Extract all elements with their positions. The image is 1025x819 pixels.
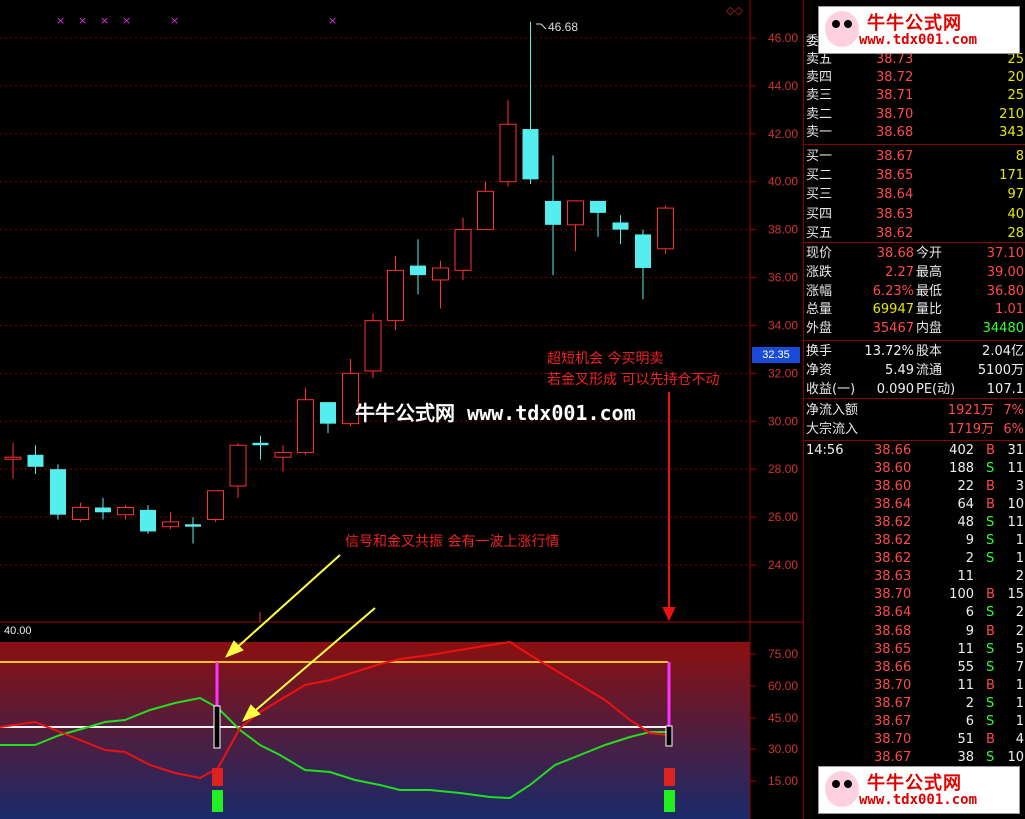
price-tick-label: 26.00 (768, 510, 798, 524)
ask-row: 卖三 38.71 25 (806, 88, 1024, 104)
stat2-row: 净资 5.49 流通 5100万 (806, 362, 1024, 378)
stat-row: 涨幅 6.23% 最低 36.80 (806, 283, 1024, 299)
candle (364, 313, 382, 379)
stat2-row: 换手 13.72% 股本 2.04亿 (806, 344, 1024, 359)
tick-row: 38.67 38 S 10 (874, 749, 1024, 765)
indicator-tick-label: 45.00 (768, 711, 798, 725)
stat2-row: 收益(一) 0.090 PE(动) 107.1 (806, 381, 1024, 397)
logo-top: 牛牛公式网 www.tdx001.com (818, 6, 1020, 54)
indicator-tick-label: 75.00 (768, 647, 798, 661)
tick-row: 38.70 11 B 1 (874, 677, 1024, 693)
bid-row: 买三 38.64 97 (806, 187, 1024, 203)
tick-row: 38.64 64 B 10 (874, 497, 1024, 513)
tick-row: 38.67 2 S 1 (874, 695, 1024, 711)
high-marker-label: 46.68 (548, 20, 579, 34)
stat-row: 现价 38.68 今开 37.10 (806, 246, 1024, 261)
cow-icon (825, 771, 859, 807)
price-tick-label: 28.00 (768, 462, 798, 476)
annotation-top-2: 若金叉形成 可以先持仓不动 (547, 372, 720, 388)
flow-row: 大宗流入 1719万 6% (806, 422, 1024, 437)
annotation-bottom: 信号和金叉共振 会有一波上涨行情 (345, 534, 560, 550)
svg-text:×: × (122, 14, 131, 27)
price-tick-label: 32.00 (768, 366, 798, 380)
current-price-tag: 32.35 (752, 347, 800, 363)
quote-panel: 委卖五 38.73 25 卖四 38.72 20 卖三 38.71 25 卖二 38.70 210 卖一… (803, 0, 1025, 819)
logo-bottom: 牛牛公式网 www.tdx001.com (818, 766, 1020, 814)
stat-row: 总量 69947 量比 1.01 (806, 302, 1024, 318)
tick-row: 38.66 55 S 7 (874, 659, 1024, 675)
annotation-top-1: 超短机会 今买明卖 (547, 351, 664, 367)
svg-text:×: × (100, 14, 109, 27)
ask-row: 卖四 38.72 20 (806, 70, 1024, 86)
tick-row: 38.62 48 S 11 (874, 515, 1024, 531)
tick-row: 38.60 22 B 3 (874, 479, 1024, 495)
bid-row: 买一 38.67 8 (806, 149, 1024, 164)
bid-row: 买二 38.65 171 (806, 168, 1024, 184)
candle (207, 490, 224, 522)
ask-row: 卖二 38.70 210 (806, 106, 1024, 122)
price-tick-label: 38.00 (768, 223, 798, 237)
svg-text:×: × (328, 14, 337, 27)
price-tick-label: 46.00 (768, 31, 798, 45)
ask-row: 卖一 38.68 343 (806, 124, 1024, 140)
svg-text:×: × (56, 14, 65, 27)
svg-text:×: × (170, 14, 179, 27)
watermark: 牛牛公式网 www.tdx001.com (355, 401, 636, 425)
indicator-tick-label: 30.00 (768, 742, 798, 756)
svg-text:×: × (78, 14, 87, 27)
tick-row: 38.65 11 S 5 (874, 641, 1024, 657)
indicator-value: 40.00 (4, 625, 32, 637)
candle (50, 464, 66, 520)
logo-url: www.tdx001.com (859, 792, 978, 808)
price-tick-label: 34.00 (768, 318, 798, 332)
tick-row: 38.70 51 B 4 (874, 731, 1024, 747)
logo-url: www.tdx001.com (859, 32, 978, 48)
indicator-panel-bg (0, 642, 750, 819)
tick-row: 38.70 100 B 15 (874, 587, 1024, 603)
stat-row: 涨跌 2.27 最高 39.00 (806, 264, 1024, 280)
tick-row: 38.68 9 B 2 (874, 623, 1024, 639)
indicator-tick-label: 15.00 (768, 774, 798, 788)
price-tick-label: 40.00 (768, 175, 798, 189)
bid-row: 买四 38.63 40 (806, 206, 1024, 222)
tick-row: 38.64 6 S 2 (874, 605, 1024, 621)
tick-row: 38.63 11 2 (874, 569, 1024, 585)
cow-icon (825, 11, 859, 47)
tick-row: 38.62 2 S 1 (874, 551, 1024, 567)
tick-row: 38.66 402 B 31 (874, 443, 1024, 458)
flow-row: 净流入额 1921万 7% (806, 403, 1024, 418)
candle (657, 205, 674, 254)
price-tick-label: 24.00 (768, 558, 798, 572)
indicator-tick-label: 60.00 (768, 679, 798, 693)
stat-row: 外盘 35467 内盘 34480 (806, 321, 1024, 337)
tick-row: 38.60 188 S 11 (874, 461, 1024, 477)
price-tick-label: 42.00 (768, 127, 798, 141)
price-tick-label: 44.00 (768, 79, 798, 93)
price-tick-label: 30.00 (768, 414, 798, 428)
tick-row: 38.67 6 S 1 (874, 713, 1024, 729)
bid-row: 买五 38.62 28 (806, 225, 1024, 241)
tick-row: 38.62 9 S 1 (874, 533, 1024, 549)
corner-marker: ◇◇ (726, 4, 743, 17)
price-tick-label: 36.00 (768, 271, 798, 285)
